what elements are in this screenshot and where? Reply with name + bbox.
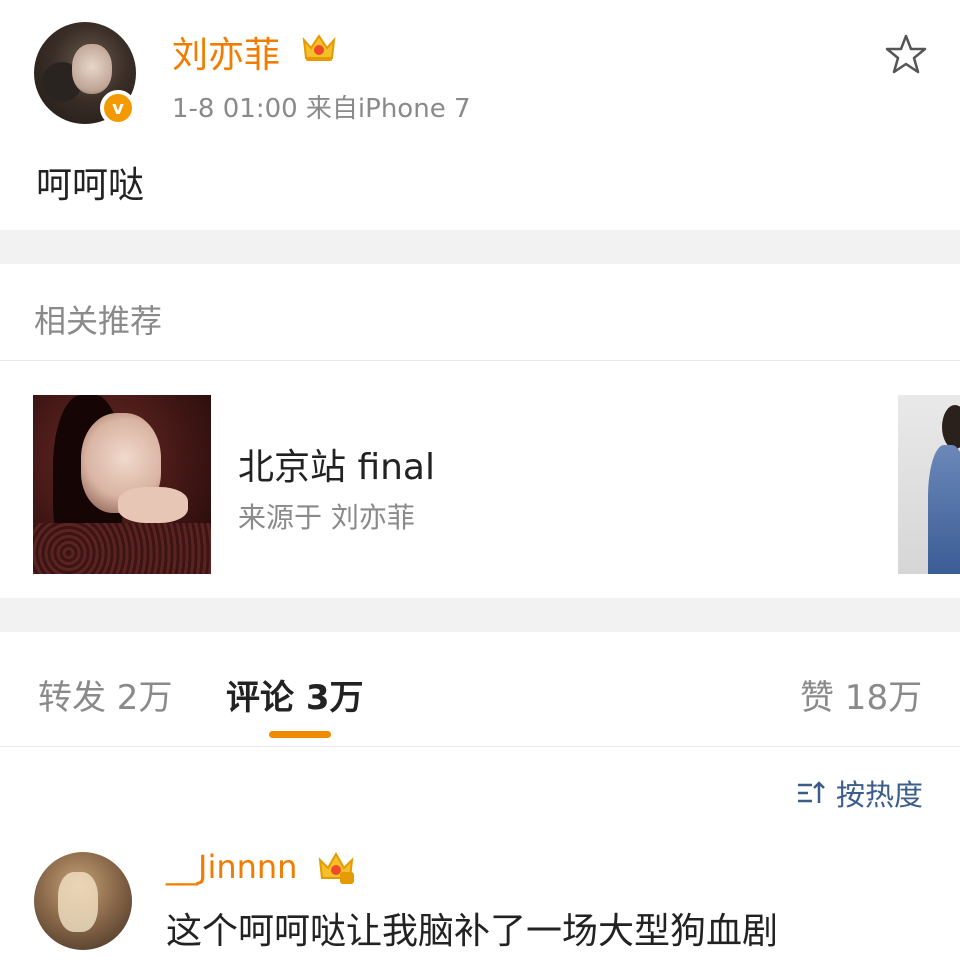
recommend-title: 相关推荐 <box>34 302 163 340</box>
thumb-dress <box>33 523 211 574</box>
thumb-hand <box>118 487 188 523</box>
next-thumb-head <box>942 405 960 449</box>
commenter-avatar[interactable] <box>34 852 132 950</box>
tab-repost[interactable]: 转发 2万 <box>38 670 172 719</box>
sort-icon <box>798 781 825 803</box>
avatar-face-shape <box>72 44 112 94</box>
commenter-avatar-shape <box>58 872 98 932</box>
sort-button[interactable]: 按热度 <box>796 772 923 814</box>
tab-comments[interactable]: 评论 3万 <box>226 670 364 719</box>
next-thumb-body <box>928 445 960 574</box>
comment-text: 这个呵呵哒让我脑补了一场大型狗血剧 <box>166 911 779 952</box>
commenter-name[interactable]: __Jinnnn <box>166 848 297 886</box>
section-gap <box>0 598 960 632</box>
verified-icon: v <box>100 90 136 126</box>
star-icon[interactable] <box>884 32 928 76</box>
post-text: 呵呵哒 <box>36 165 145 206</box>
tab-likes[interactable]: 赞 18万 <box>800 670 922 719</box>
author-name[interactable]: 刘亦菲 <box>172 26 280 78</box>
post-meta: 1-8 01:00 来自iPhone 7 <box>172 94 471 124</box>
recommend-thumbnail <box>33 395 211 574</box>
recommend-card-source: 来源于 刘亦菲 <box>238 501 415 534</box>
next-recommend-card[interactable] <box>898 395 960 574</box>
crown-icon <box>302 34 336 61</box>
active-tab-indicator <box>269 731 331 738</box>
recommend-card[interactable] <box>0 362 960 598</box>
recommend-card-title[interactable]: 北京站 final <box>238 438 435 490</box>
crown-icon <box>318 851 354 884</box>
sort-label: 按热度 <box>836 778 924 812</box>
divider <box>0 746 960 747</box>
weibo-post: v 刘亦菲 1-8 01:00 来自iPhone 7 呵呵哒 <box>0 0 960 230</box>
divider <box>0 360 960 361</box>
section-gap <box>0 230 960 264</box>
